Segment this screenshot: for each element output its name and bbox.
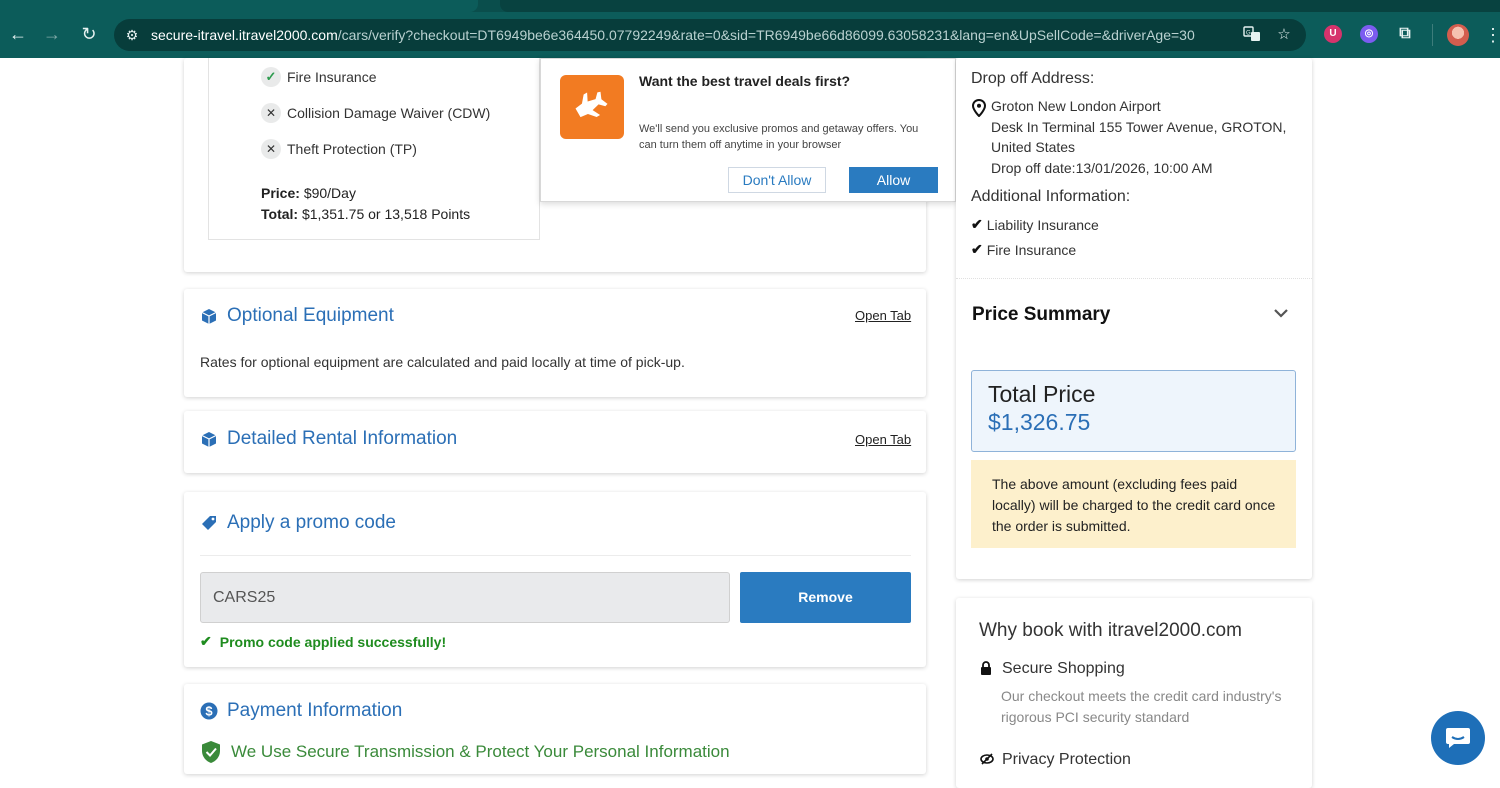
browser-toolbar: ← → ↻ ⚙ secure-itravel.itravel2000.com/c… xyxy=(0,0,1500,58)
why-item-label: Secure Shopping xyxy=(1002,660,1125,677)
price-value: $90/Day xyxy=(303,185,356,201)
dropoff-location: Groton New London Airport xyxy=(991,98,1161,114)
promo-success-text: Promo code applied successfully! xyxy=(219,633,447,650)
box-icon xyxy=(200,307,218,325)
promo-divider xyxy=(200,555,911,556)
x-icon: ✕ xyxy=(261,103,281,123)
forward-arrow-icon[interactable]: → xyxy=(40,22,64,46)
promo-code-title: Apply a promo code xyxy=(200,512,396,534)
daily-price: Price: $90/Day xyxy=(261,185,356,201)
back-arrow-icon[interactable]: ← xyxy=(6,22,30,46)
remove-promo-button[interactable]: Remove xyxy=(740,572,911,623)
additional-info-label: Additional Information: xyxy=(971,188,1131,205)
browser-menu-icon[interactable]: ⋮ xyxy=(1484,24,1500,46)
url-path: /cars/verify?checkout=DT6949be6e364450.0… xyxy=(337,27,1195,43)
check-icon: ✔ xyxy=(971,216,983,232)
extension-u-icon[interactable]: U xyxy=(1324,25,1342,43)
site-settings-icon[interactable]: ⚙ xyxy=(122,25,142,45)
dollar-icon: $ xyxy=(200,702,218,720)
chat-button[interactable] xyxy=(1431,711,1485,765)
price-summary-title[interactable]: Price Summary xyxy=(972,304,1110,326)
why-item-secure-text: Our checkout meets the credit card indus… xyxy=(1001,688,1282,725)
check-icon: ✓ xyxy=(261,67,281,87)
coverage-item: ✕ Theft Protection (TP) xyxy=(261,139,417,159)
secure-transmission-text: We Use Secure Transmission & Protect You… xyxy=(231,742,730,761)
tag-icon xyxy=(200,514,218,532)
coverage-item: ✕ Collision Damage Waiver (CDW) xyxy=(261,103,490,123)
chevron-down-icon[interactable] xyxy=(1272,304,1290,322)
url-host: secure-itravel.itravel2000.com xyxy=(151,27,338,43)
x-icon: ✕ xyxy=(261,139,281,159)
total-label: Total: xyxy=(261,206,299,222)
section-title-text: Detailed Rental Information xyxy=(227,428,458,449)
popup-text: We'll send you exclusive promos and geta… xyxy=(639,123,919,151)
coverage-item-label: Theft Protection (TP) xyxy=(287,141,417,157)
promo-code-input[interactable]: CARS25 xyxy=(200,572,730,623)
eye-slash-icon xyxy=(980,752,994,768)
svg-text:$: $ xyxy=(205,704,213,719)
box-icon xyxy=(200,430,218,448)
extensions-puzzle-icon[interactable]: ⧉ xyxy=(1396,25,1414,43)
coverage-item-label: Collision Damage Waiver (CDW) xyxy=(287,105,491,121)
check-icon: ✔ xyxy=(200,633,212,649)
additional-item: ✔ Liability Insurance xyxy=(971,216,1099,233)
additional-item-label: Liability Insurance xyxy=(986,216,1099,233)
airplane-logo-icon xyxy=(560,75,624,139)
total-price-line: Total: $1,351.75 or 13,518 Points xyxy=(261,206,470,222)
allow-button[interactable]: Allow xyxy=(849,167,938,193)
price-label: Price: xyxy=(261,185,300,201)
profile-avatar[interactable] xyxy=(1447,24,1469,46)
chat-icon xyxy=(1446,728,1470,748)
lock-icon xyxy=(980,660,994,678)
why-item-privacy: Privacy Protection xyxy=(980,751,1131,769)
dont-allow-button[interactable]: Don't Allow xyxy=(728,167,826,193)
why-book-title: Why book with itravel2000.com xyxy=(979,620,1242,641)
optional-equipment-open-tab-link[interactable]: Open Tab xyxy=(855,308,911,323)
total-price-label: Total Price xyxy=(988,381,1096,407)
map-pin-icon xyxy=(972,99,986,117)
promo-success-message: ✔ Promo code applied successfully! xyxy=(200,633,446,650)
secure-transmission-line: We Use Secure Transmission & Protect You… xyxy=(201,740,730,764)
why-item-label: Privacy Protection xyxy=(1002,751,1131,768)
shield-check-icon xyxy=(202,741,220,763)
detailed-rental-open-tab-link[interactable]: Open Tab xyxy=(855,432,911,447)
popup-heading: Want the best travel deals first? xyxy=(639,73,851,89)
optional-equipment-text: Rates for optional equipment are calcula… xyxy=(200,354,685,370)
section-title-text: Optional Equipment xyxy=(227,305,394,326)
check-icon: ✔ xyxy=(971,241,983,257)
section-title-text: Apply a promo code xyxy=(227,512,396,533)
toolbar-divider xyxy=(1432,24,1433,46)
sidebar-divider xyxy=(956,278,1312,279)
reload-icon[interactable]: ↻ xyxy=(77,22,101,46)
total-value: $1,351.75 or 13,518 Points xyxy=(301,206,471,222)
url-text[interactable]: secure-itravel.itravel2000.com/cars/veri… xyxy=(151,27,1195,43)
dropoff-label: Drop off Address: xyxy=(971,70,1095,87)
total-price-value: $1,326.75 xyxy=(988,409,1091,435)
tab-strip xyxy=(0,0,1500,12)
svg-text:G: G xyxy=(1246,31,1251,37)
payment-title: $ Payment Information xyxy=(200,700,402,722)
additional-item-label: Fire Insurance xyxy=(986,241,1077,258)
dropoff-date: Drop off date:13/01/2026, 10:00 AM xyxy=(991,159,1213,176)
total-price-box: Total Price $1,326.75 xyxy=(971,370,1296,452)
charge-notice: The above amount (excluding fees paid lo… xyxy=(971,460,1296,548)
additional-item: ✔ Fire Insurance xyxy=(971,241,1076,258)
bookmark-star-icon[interactable]: ☆ xyxy=(1274,25,1294,45)
dropoff-street: Desk In Terminal 155 Tower Avenue, GROTO… xyxy=(991,118,1287,156)
optional-equipment-title: Optional Equipment xyxy=(200,305,394,327)
detailed-rental-title[interactable]: Detailed Rental Information xyxy=(200,428,457,450)
extension-compass-icon[interactable]: ◎ xyxy=(1360,25,1378,43)
section-title-text: Payment Information xyxy=(227,700,403,721)
push-notification-popup: Want the best travel deals first? We'll … xyxy=(540,58,956,202)
active-tab[interactable] xyxy=(0,0,478,12)
translate-icon[interactable]: G xyxy=(1242,25,1262,45)
coverage-item: ✓ Fire Insurance xyxy=(261,67,376,87)
inactive-tab[interactable] xyxy=(500,0,1500,12)
coverage-item-label: Fire Insurance xyxy=(287,69,377,85)
dropoff-address: Groton New London Airport Desk In Termin… xyxy=(991,96,1301,178)
address-bar[interactable]: ⚙ secure-itravel.itravel2000.com/cars/ve… xyxy=(114,19,1306,51)
why-item-secure: Secure Shopping xyxy=(980,660,1125,678)
